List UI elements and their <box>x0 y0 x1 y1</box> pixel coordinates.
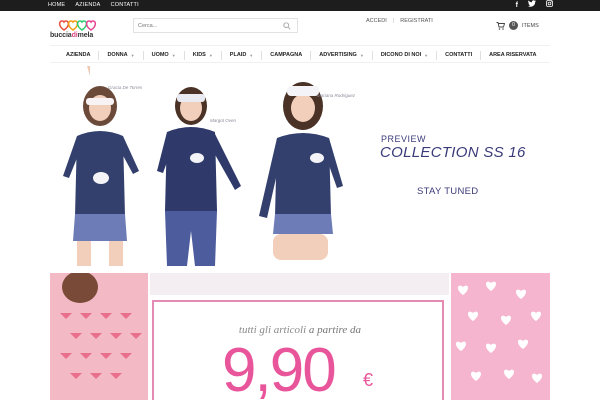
stay-tuned-label: STAY TUNED <box>417 186 479 197</box>
nav-item-campagna[interactable]: CAMPAGNA <box>270 52 302 58</box>
search-input[interactable] <box>138 19 278 32</box>
cart-button[interactable]: 0 ITEMS <box>496 20 539 31</box>
promo-headline: tutti gli articoli a partire da <box>238 324 362 336</box>
account-separator: | <box>392 18 395 24</box>
nav-item-contatti[interactable]: CONTATTI <box>445 52 472 58</box>
site-logo[interactable]: bucciadimela <box>50 19 102 41</box>
nav-item-azienda[interactable]: AZIENDA <box>66 52 90 58</box>
nav-divider <box>183 50 185 60</box>
nav-item-donna[interactable]: DONNA ▼ <box>107 52 134 58</box>
chevron-down-icon: ▼ <box>249 52 254 58</box>
nav-item-plaid[interactable]: PLAID ▼ <box>230 52 253 58</box>
nav-divider <box>310 50 312 60</box>
chevron-down-icon: ▼ <box>208 52 213 58</box>
account-links: ACCEDI | REGISTRATI <box>366 18 433 24</box>
top-link-azienda[interactable]: AZIENDA <box>75 0 100 11</box>
cart-label: ITEMS <box>522 22 539 29</box>
nav-divider <box>220 50 222 60</box>
chevron-down-icon: ▼ <box>359 52 364 58</box>
nav-item-kids[interactable]: KIDS ▼ <box>193 52 213 58</box>
top-link-contatti[interactable]: CONTATTI <box>111 0 139 11</box>
chevron-down-icon: ▼ <box>171 52 176 58</box>
promo-price-box: tutti gli articoli a partire da 9,90 € <box>152 300 444 400</box>
brand-name: bucciadimela <box>50 32 94 39</box>
top-links: HOME AZIENDA CONTATTI <box>48 0 139 11</box>
nav-item-area-riservata[interactable]: AREA RISERVATA <box>489 52 536 58</box>
promo-photo-right <box>451 273 550 400</box>
hero-banner[interactable]: Gracia De Torres Margot Oven Mariana Rod… <box>50 66 550 266</box>
main-nav: AZIENDA DONNA ▼ UOMO ▼ KIDS ▼ PLAID ▼ CAMPAG… <box>50 45 550 63</box>
logo-hearts-icon <box>58 20 97 31</box>
model-photo-2 <box>157 87 241 266</box>
nav-item-uomo[interactable]: UOMO ▼ <box>152 52 176 58</box>
nav-divider <box>480 50 482 60</box>
model-name-2: Margot Oven <box>210 118 237 123</box>
search-icon[interactable] <box>283 22 291 30</box>
top-bar: HOME AZIENDA CONTATTI f <box>0 0 600 11</box>
nav-divider <box>436 50 438 60</box>
chevron-down-icon: ▼ <box>424 52 429 58</box>
nav-divider <box>371 50 373 60</box>
model-name-1: Gracia De Torres <box>108 85 143 90</box>
collection-title: COLLECTION SS 16 <box>380 144 526 161</box>
model-name-3: Mariana Rodriguez <box>317 93 356 98</box>
promo-currency: € <box>363 370 374 390</box>
login-link[interactable]: ACCEDI <box>366 18 387 24</box>
twitter-icon[interactable] <box>528 0 536 11</box>
nav-item-dicono-di-noi[interactable]: DICONO DI NOI ▼ <box>381 52 428 58</box>
chevron-down-icon: ▼ <box>130 52 135 58</box>
nav-divider <box>98 50 100 60</box>
promo-banner[interactable]: tutti gli articoli a partire da 9,90 € <box>50 273 550 400</box>
nav-item-advertising[interactable]: ADVERTISING ▼ <box>319 52 364 58</box>
top-link-home[interactable]: HOME <box>48 0 65 11</box>
promo-photo-strip <box>150 273 449 295</box>
model-photo-1 <box>63 66 139 266</box>
promo-photo-left <box>50 273 148 400</box>
facebook-icon[interactable]: f <box>516 0 518 11</box>
social-links: f <box>516 0 553 11</box>
preview-label: PREVIEW <box>381 134 427 144</box>
nav-divider <box>261 50 263 60</box>
register-link[interactable]: REGISTRATI <box>400 18 433 24</box>
promo-price: 9,90 <box>222 336 337 400</box>
instagram-icon[interactable] <box>546 0 553 11</box>
nav-divider <box>142 50 144 60</box>
cart-icon <box>496 21 505 30</box>
search-box <box>133 18 298 33</box>
cart-count-badge: 0 <box>509 21 518 30</box>
